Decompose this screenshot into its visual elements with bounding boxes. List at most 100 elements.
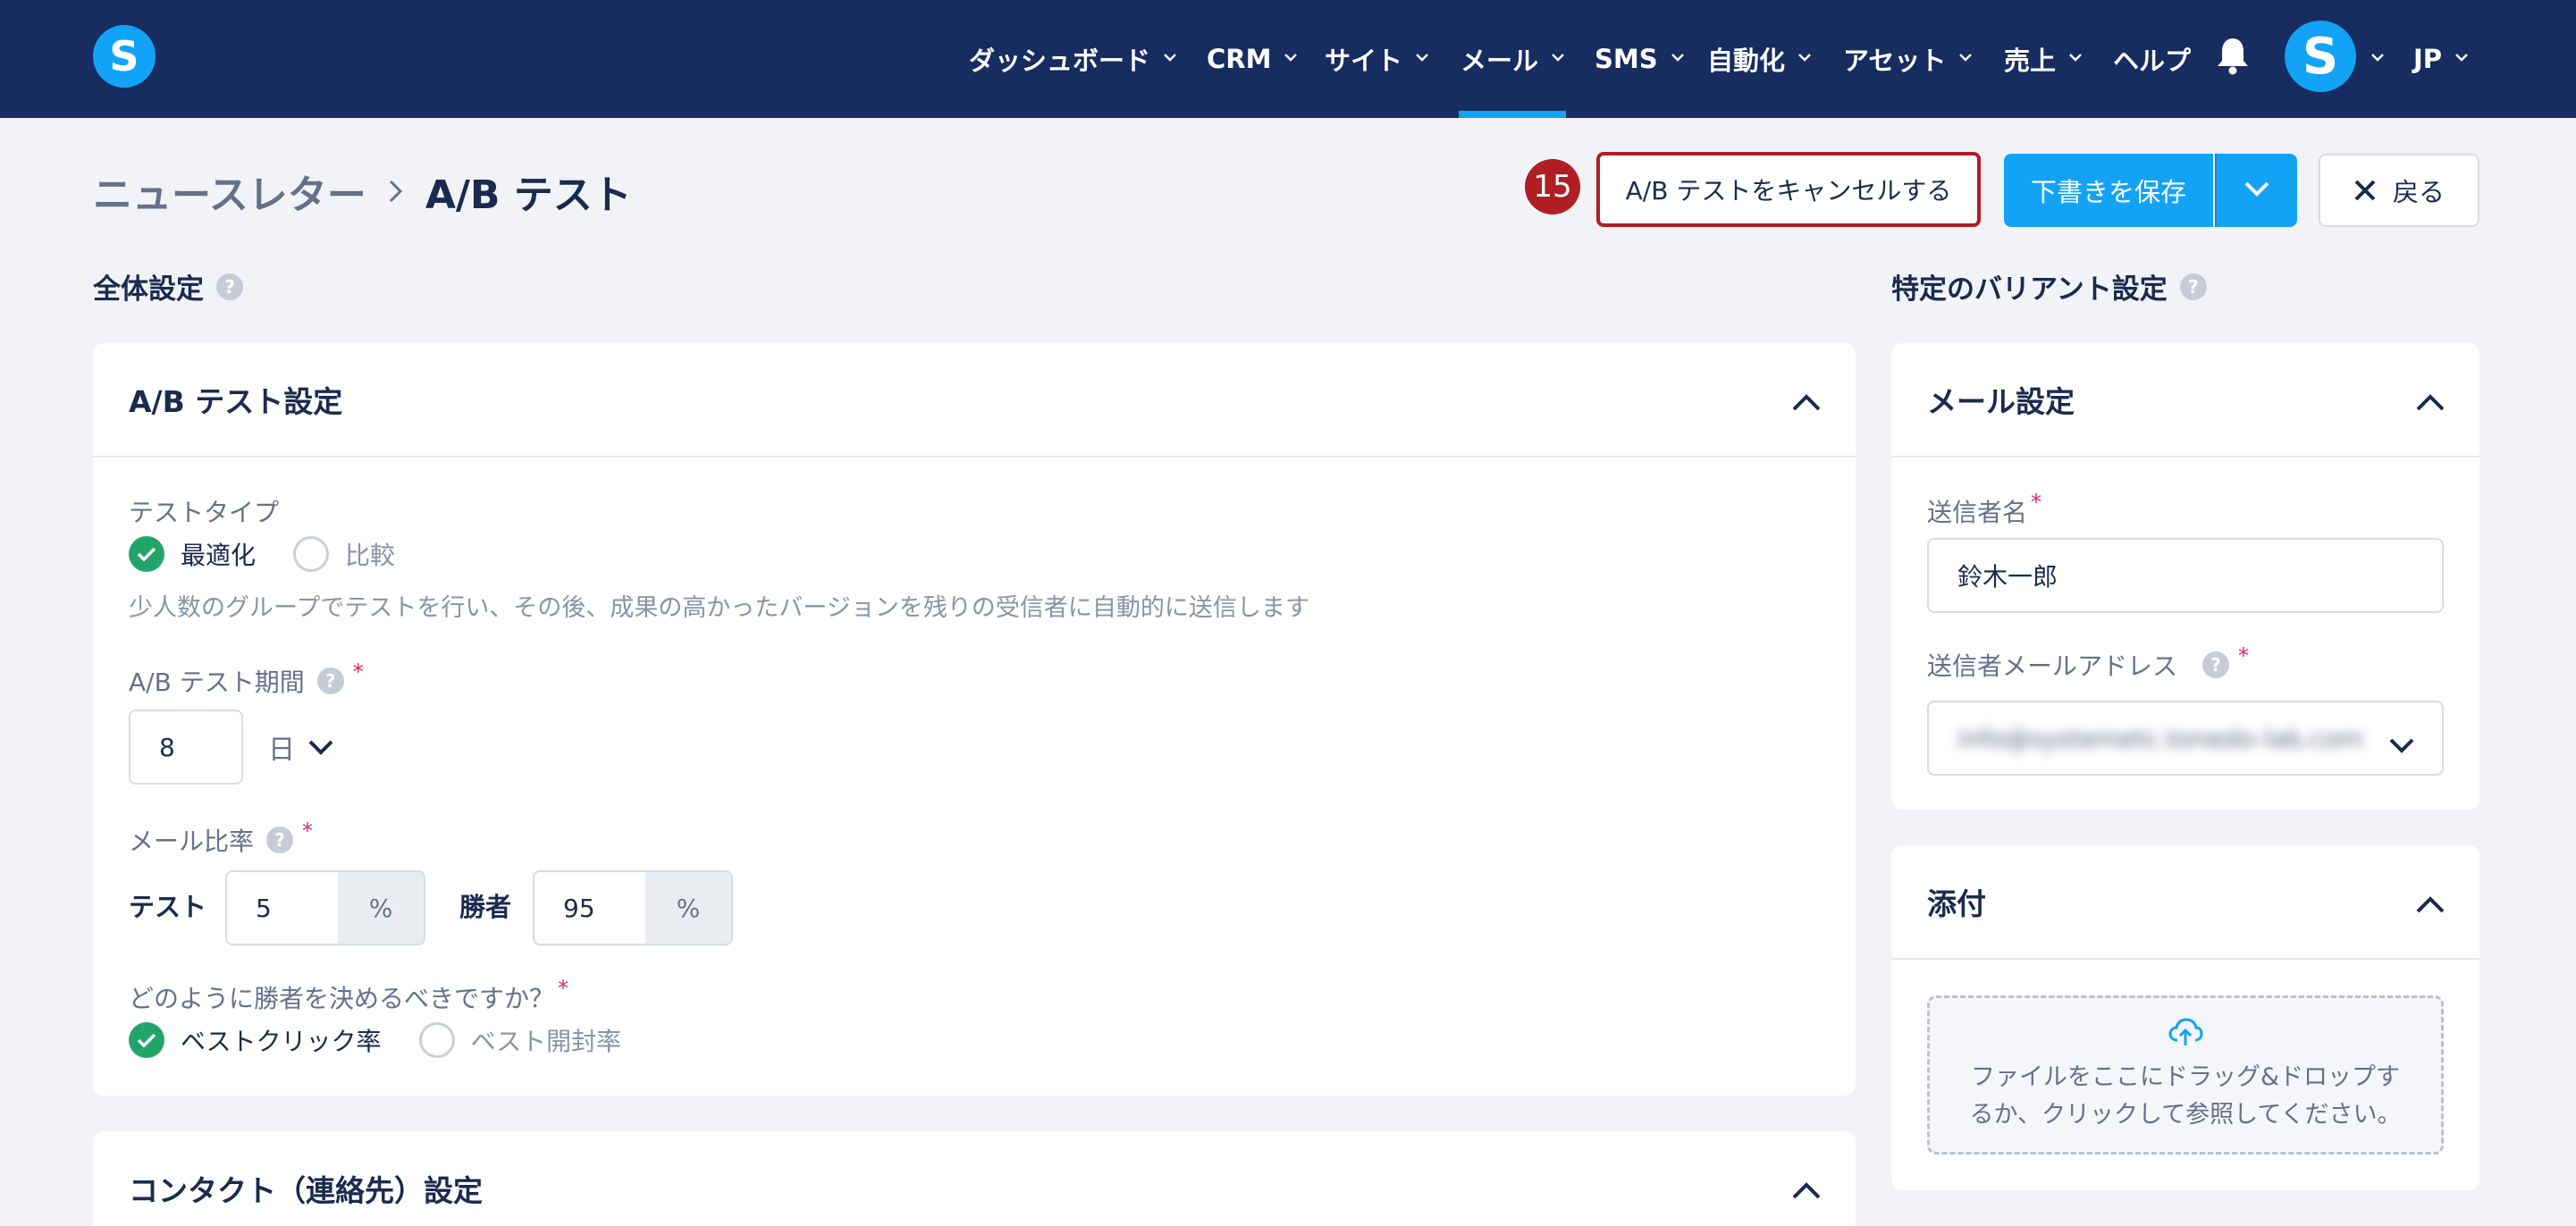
chevron-down-icon — [2068, 50, 2083, 64]
avatar[interactable]: S — [2285, 21, 2356, 92]
global-settings-title: 全体設定 — [93, 273, 204, 306]
sender-name-label: 送信者名 * — [1927, 490, 2042, 529]
breadcrumb: ニュースレター A/B テスト — [93, 163, 632, 220]
sender-email-select[interactable]: info@systemetc.tonedo-lab.com — [1927, 701, 2444, 776]
winner-criteria-radio-group: ベストクリック率 ベスト開封率 — [129, 1022, 621, 1058]
nav-item-label: メール — [1461, 46, 1539, 76]
save-options-dropdown-button[interactable] — [2215, 154, 2297, 227]
language-label: JP — [2413, 44, 2443, 74]
winner-ratio-percent-addon: % — [645, 870, 733, 945]
chevron-up-icon[interactable] — [2415, 384, 2446, 419]
radio-optimize[interactable] — [129, 536, 164, 572]
nav-item-label: 売上 — [2004, 46, 2057, 76]
help-icon[interactable]: ? — [266, 827, 294, 853]
help-icon[interactable]: ? — [316, 668, 344, 694]
language-selector[interactable]: JP — [2413, 0, 2469, 118]
cancel-ab-test-button[interactable]: A/B テストをキャンセルする — [1596, 152, 1981, 227]
dropzone-text-line2: るか、クリックして参照してください。 — [1969, 1100, 2402, 1129]
chevron-up-icon[interactable] — [2415, 886, 2446, 921]
file-dropzone[interactable]: ファイルをここにドラッグ&ドロップす るか、クリックして参照してください。 — [1927, 995, 2444, 1155]
back-button[interactable]: 戻る — [2319, 154, 2479, 227]
nav-item-sms[interactable]: SMS — [1595, 0, 1685, 118]
radio-best-open-rate-label[interactable]: ベスト開封率 — [471, 1022, 622, 1058]
sender-email-label-text: 送信者メールアドレス — [1927, 651, 2178, 681]
test-ratio-input[interactable]: 5 — [225, 870, 340, 945]
card-title: 添付 — [1927, 886, 1986, 921]
chevron-down-icon — [2454, 50, 2469, 64]
chevron-down-icon — [1163, 50, 1177, 64]
app-logo[interactable]: S — [93, 25, 156, 88]
nav-item-sales[interactable]: 売上 — [2004, 0, 2083, 118]
chevron-up-icon[interactable] — [1791, 384, 1822, 419]
required-asterisk: * — [352, 659, 364, 684]
avatar-letter: S — [2302, 27, 2339, 86]
breadcrumb-parent-link[interactable]: ニュースレター — [93, 163, 366, 220]
mail-settings-header[interactable]: メール設定 — [1891, 343, 2479, 458]
chevron-down-icon — [2243, 180, 2270, 201]
required-asterisk: * — [302, 819, 314, 844]
page-title: A/B テスト — [425, 172, 632, 218]
dropzone-text-line1: ファイルをここにドラッグ&ドロップす — [1970, 1062, 2401, 1091]
required-asterisk: * — [558, 976, 569, 1001]
required-asterisk: * — [2031, 490, 2042, 515]
close-icon — [2354, 180, 2376, 201]
winner-criteria-label: どのように勝者を決めるべきですか？ * — [129, 976, 569, 1015]
sender-name-label-text: 送信者名 — [1927, 498, 2028, 527]
avatar-menu-toggle[interactable] — [2370, 0, 2385, 118]
nav-item-label: SMS — [1595, 44, 1658, 74]
help-icon[interactable]: ? — [216, 273, 243, 300]
radio-optimize-label[interactable]: 最適化 — [181, 536, 256, 572]
variant-settings-title: 特定のバリアント設定 — [1891, 273, 2168, 306]
nav-item-dashboard[interactable]: ダッシュボード — [969, 0, 1177, 118]
chevron-down-icon — [1958, 50, 1973, 64]
radio-compare-label[interactable]: 比較 — [345, 536, 395, 572]
variant-settings-heading: 特定のバリアント設定 ? — [1891, 266, 2207, 306]
chevron-up-icon[interactable] — [1791, 1172, 1822, 1207]
active-nav-indicator — [1459, 111, 1566, 118]
help-icon[interactable]: ? — [2202, 651, 2230, 678]
back-button-label: 戻る — [2392, 177, 2445, 207]
test-type-label: テストタイプ — [129, 498, 280, 527]
ab-test-settings-card: A/B テスト設定 テストタイプ 最適化 比較 少人数のグループでテストを行い、… — [93, 343, 1856, 1096]
sender-email-value: info@systemetc.tonedo-lab.com — [1957, 723, 2364, 753]
help-icon[interactable]: ? — [2179, 273, 2207, 300]
nav-item-label: CRM — [1207, 44, 1272, 74]
mail-settings-card: メール設定 送信者名 * 鈴木一郎 送信者メールアドレス ? * info@sy… — [1891, 343, 2479, 810]
save-draft-button[interactable]: 下書きを保存 — [2004, 154, 2213, 227]
nav-item-help[interactable]: ヘルプ — [2113, 0, 2191, 118]
ab-duration-input[interactable]: 8 — [129, 710, 243, 785]
chevron-down-icon — [307, 732, 334, 763]
nav-item-mail[interactable]: メール — [1461, 0, 1565, 118]
chevron-down-icon — [2370, 50, 2385, 64]
test-ratio-label: テスト — [129, 892, 207, 922]
chevron-down-icon — [2388, 731, 2415, 760]
nav-item-label: アセット — [1843, 46, 1947, 76]
nav-item-assets[interactable]: アセット — [1843, 0, 1973, 118]
radio-best-open-rate[interactable] — [418, 1022, 455, 1058]
global-settings-heading: 全体設定 ? — [93, 266, 243, 306]
breadcrumb-separator — [386, 169, 406, 214]
radio-compare[interactable] — [293, 536, 330, 572]
top-navigation-bar: S ダッシュボード CRM サイト メール SMS 自動化 アセット 売上 ヘル… — [0, 0, 2576, 118]
attachment-header[interactable]: 添付 — [1891, 845, 2479, 960]
chevron-down-icon — [1551, 50, 1565, 64]
contact-settings-header[interactable]: コンタクト（連絡先）設定 — [93, 1131, 1856, 1226]
ab-test-settings-header[interactable]: A/B テスト設定 — [93, 343, 1856, 458]
card-title: コンタクト（連絡先）設定 — [129, 1173, 483, 1208]
nav-item-crm[interactable]: CRM — [1207, 0, 1298, 118]
nav-item-automation[interactable]: 自動化 — [1707, 0, 1812, 118]
winner-ratio-input[interactable]: 95 — [533, 870, 647, 945]
ab-duration-label: A/B テスト期間 ? * — [129, 659, 364, 699]
required-asterisk: * — [2238, 643, 2250, 668]
radio-best-click-rate[interactable] — [129, 1022, 164, 1058]
sender-name-input[interactable]: 鈴木一郎 — [1927, 538, 2444, 613]
nav-item-label: 自動化 — [1707, 46, 1786, 76]
card-title: メール設定 — [1927, 384, 2075, 419]
radio-best-click-rate-label[interactable]: ベストクリック率 — [181, 1022, 382, 1058]
bell-icon[interactable] — [2215, 36, 2251, 75]
card-title: A/B テスト設定 — [129, 384, 343, 419]
attachment-card: 添付 ファイルをここにドラッグ&ドロップす るか、クリックして参照してください。 — [1891, 845, 2479, 1190]
duration-unit-select[interactable]: 日 — [268, 727, 334, 767]
nav-item-site[interactable]: サイト — [1325, 0, 1429, 118]
ab-duration-label-text: A/B テスト期間 — [129, 668, 305, 697]
